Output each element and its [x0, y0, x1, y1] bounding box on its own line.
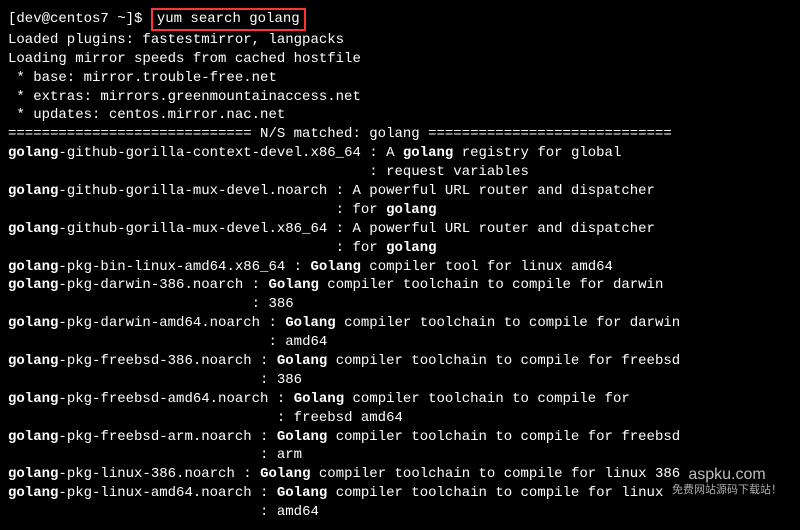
header-line: Loaded plugins: fastestmirror, langpacks [8, 31, 792, 50]
result-continuation: : amd64 [8, 333, 792, 352]
result-continuation: : freebsd amd64 [8, 409, 792, 428]
header-line: * updates: centos.mirror.nac.net [8, 106, 792, 125]
result-continuation: : arm [8, 446, 792, 465]
header-line: * extras: mirrors.greenmountainaccess.ne… [8, 88, 792, 107]
result-line: golang-github-gorilla-mux-devel.noarch :… [8, 182, 792, 201]
result-continuation: : request variables [8, 163, 792, 182]
result-line: golang-github-gorilla-context-devel.x86_… [8, 144, 792, 163]
result-line: golang-pkg-darwin-amd64.noarch : Golang … [8, 314, 792, 333]
watermark: aspku.com 免费网站源码下载站！ [672, 466, 782, 496]
result-continuation: : for golang [8, 201, 792, 220]
result-line: golang-github-gorilla-mux-devel.x86_64 :… [8, 220, 792, 239]
result-continuation: : amd64 [8, 503, 792, 522]
result-line: golang-pkg-bin-linux-amd64.x86_64 : Gola… [8, 258, 792, 277]
result-line: golang-pkg-freebsd-386.noarch : Golang c… [8, 352, 792, 371]
watermark-sub: 免费网站源码下载站！ [672, 484, 782, 496]
section-divider: ============================= N/S matche… [8, 125, 792, 144]
result-line: golang-pkg-freebsd-arm.noarch : Golang c… [8, 428, 792, 447]
header-block: Loaded plugins: fastestmirror, langpacks… [8, 31, 792, 125]
result-continuation: : for golang [8, 239, 792, 258]
prompt-prefix: [dev@centos7 ~]$ [8, 11, 151, 27]
header-line: * base: mirror.trouble-free.net [8, 69, 792, 88]
result-continuation: : 386 [8, 295, 792, 314]
result-line: golang-pkg-darwin-386.noarch : Golang co… [8, 276, 792, 295]
header-line: Loading mirror speeds from cached hostfi… [8, 50, 792, 69]
result-line: golang-pkg-freebsd-amd64.noarch : Golang… [8, 390, 792, 409]
watermark-main: aspku.com [672, 466, 782, 484]
prompt-line[interactable]: [dev@centos7 ~]$ yum search golang [8, 8, 792, 31]
command-highlight: yum search golang [151, 8, 306, 31]
result-continuation: : 386 [8, 371, 792, 390]
